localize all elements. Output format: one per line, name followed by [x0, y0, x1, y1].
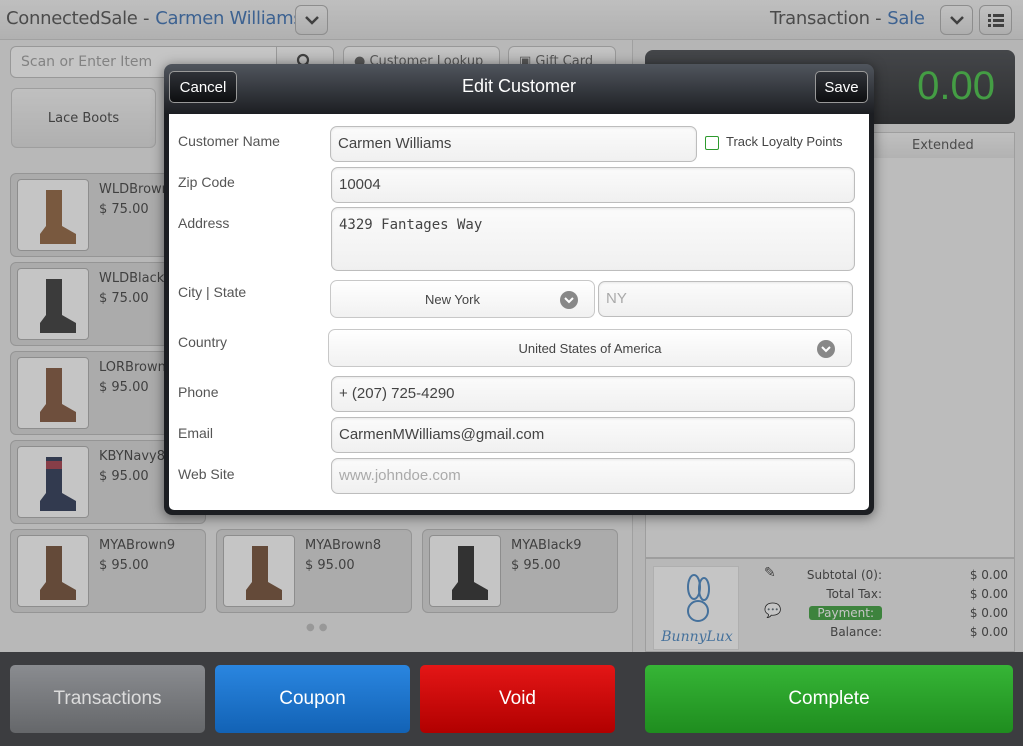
void-button[interactable]: Void [420, 665, 615, 733]
address-label: Address [178, 215, 230, 231]
track-loyalty-label[interactable]: Track Loyalty Points [726, 134, 843, 149]
country-select[interactable]: United States of America [328, 329, 852, 367]
zip-code-label: Zip Code [178, 174, 235, 190]
website-label: Web Site [178, 466, 235, 482]
country-label: Country [178, 334, 228, 350]
chevron-down-icon [817, 340, 835, 358]
phone-label: Phone [178, 384, 219, 400]
email-field[interactable]: CarmenMWilliams@gmail.com [331, 417, 855, 453]
city-state-label: City | State [178, 284, 247, 300]
phone-field[interactable]: + (207) 725-4290 [331, 376, 855, 412]
save-button[interactable]: Save [815, 71, 868, 103]
city-value: New York [425, 291, 480, 307]
city-select[interactable]: New York [330, 280, 595, 318]
website-field[interactable]: www.johndoe.com [331, 458, 855, 494]
email-label: Email [178, 425, 214, 441]
complete-button[interactable]: Complete [645, 665, 1013, 733]
country-value: United States of America [518, 340, 662, 356]
action-bar: Transactions Coupon Void Complete [0, 652, 1023, 746]
customer-name-field[interactable]: Carmen Williams [330, 126, 697, 162]
chevron-down-icon [560, 291, 578, 309]
state-field[interactable]: NY [598, 281, 853, 317]
edit-customer-dialog: Cancel Edit Customer Save Customer Name … [164, 64, 874, 515]
customer-form: Customer Name Carmen Williams Track Loya… [169, 114, 869, 510]
track-loyalty-checkbox[interactable] [705, 136, 719, 150]
address-field[interactable]: 4329 Fantages Way [331, 207, 855, 271]
zip-code-field[interactable]: 10004 [331, 167, 855, 203]
transactions-button[interactable]: Transactions [10, 665, 205, 733]
coupon-button[interactable]: Coupon [215, 665, 410, 733]
dialog-title: Edit Customer [461, 76, 577, 96]
customer-name-label: Customer Name [178, 133, 280, 149]
